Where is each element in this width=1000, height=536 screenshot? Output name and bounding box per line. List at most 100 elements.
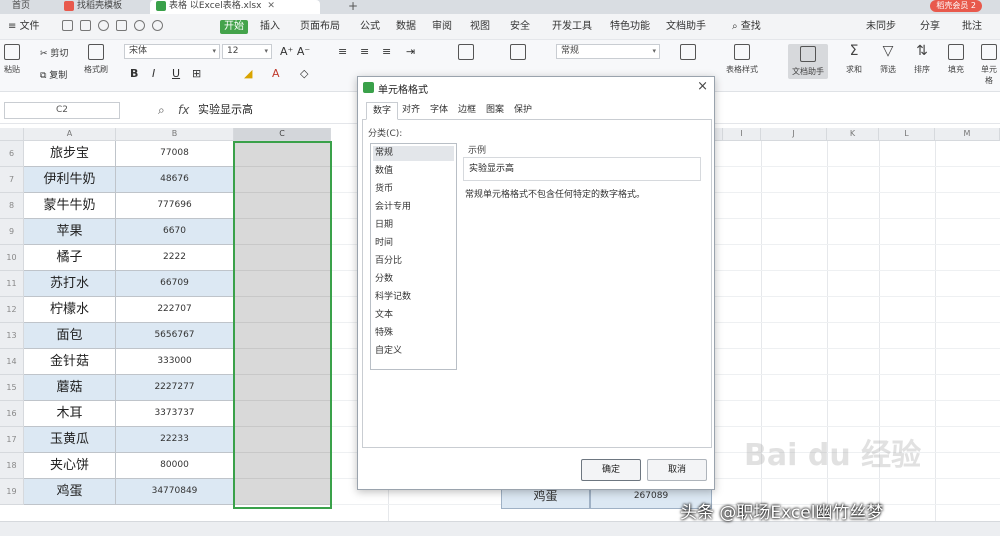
cell-value[interactable]: 2222 xyxy=(116,245,234,271)
cell-value[interactable]: 5656767 xyxy=(116,323,234,349)
cell-name[interactable]: 苏打水 xyxy=(24,271,116,297)
cell-value[interactable]: 222707 xyxy=(116,297,234,323)
tab-protection[interactable]: 保护 xyxy=(508,102,538,120)
format-painter-button[interactable]: 格式刷 xyxy=(84,44,108,75)
col-header-h[interactable] xyxy=(715,128,723,141)
table-style-button[interactable]: 表格样式 xyxy=(726,44,758,75)
cell-name[interactable]: 夹心饼 xyxy=(24,453,116,479)
menu-search[interactable]: ⌕ 查找 xyxy=(728,20,765,34)
comment-button[interactable]: 批注 xyxy=(958,20,986,34)
cell-value[interactable]: 66709 xyxy=(116,271,234,297)
align-middle-button[interactable]: ≡ xyxy=(360,45,369,58)
tab-workbook[interactable]: 表格 以Excel表格.xlsx ✕ xyxy=(150,0,320,14)
filter-button[interactable]: ▽ 筛选 xyxy=(880,44,896,75)
row-header[interactable]: 6 xyxy=(0,141,24,167)
cell-button[interactable]: 单元格 xyxy=(978,44,1000,86)
col-header-b[interactable]: B xyxy=(116,128,234,141)
col-header-m[interactable]: M xyxy=(935,128,1000,141)
col-header-k[interactable]: K xyxy=(827,128,879,141)
category-item[interactable]: 分数 xyxy=(373,272,454,287)
border-button[interactable]: ⊞ xyxy=(192,67,201,80)
font-size-select[interactable]: 12 ▾ xyxy=(222,44,272,59)
tab-home[interactable]: 首页 xyxy=(6,0,36,14)
cell-value[interactable]: 80000 xyxy=(116,453,234,479)
sort-button[interactable]: ⇅ 排序 xyxy=(914,44,930,75)
cell-name[interactable]: 橘子 xyxy=(24,245,116,271)
close-icon[interactable]: × xyxy=(697,79,708,94)
cell-value[interactable]: 22233 xyxy=(116,427,234,453)
tab-docer[interactable]: 找稻壳模板 xyxy=(58,0,128,14)
save-icon[interactable] xyxy=(62,20,73,31)
category-item[interactable]: 货币 xyxy=(373,182,454,197)
new-tab-button[interactable]: + xyxy=(348,0,358,13)
row-header[interactable]: 9 xyxy=(0,219,24,245)
clear-button[interactable]: ◇ xyxy=(300,67,308,80)
row-header[interactable]: 17 xyxy=(0,427,24,453)
cell-value[interactable]: 333000 xyxy=(116,349,234,375)
category-item[interactable]: 特殊 xyxy=(373,326,454,341)
cell-value[interactable]: 3373737 xyxy=(116,401,234,427)
cell-value[interactable]: 34770849 xyxy=(116,479,234,505)
font-grow-button[interactable]: A⁺ A⁻ xyxy=(280,45,310,58)
number-format-select[interactable]: 常规 ▾ xyxy=(556,44,660,59)
cancel-button[interactable]: 取消 xyxy=(647,459,707,481)
cell-name[interactable]: 木耳 xyxy=(24,401,116,427)
italic-button[interactable]: I xyxy=(152,67,155,80)
align-top-button[interactable]: ≡ xyxy=(338,45,347,58)
cell-value[interactable]: 6670 xyxy=(116,219,234,245)
cell-value[interactable]: 2227277 xyxy=(116,375,234,401)
cell-name[interactable]: 苹果 xyxy=(24,219,116,245)
cell-name[interactable]: 玉黄瓜 xyxy=(24,427,116,453)
col-header-a[interactable]: A xyxy=(24,128,116,141)
tab-alignment[interactable]: 对齐 xyxy=(396,102,426,120)
cell-value[interactable]: 48676 xyxy=(116,167,234,193)
redo-icon[interactable] xyxy=(152,20,163,31)
name-box[interactable]: C2 xyxy=(4,102,120,119)
cell-name[interactable]: 蘑菇 xyxy=(24,375,116,401)
row-header[interactable]: 14 xyxy=(0,349,24,375)
menu-view[interactable]: 视图 xyxy=(466,20,494,34)
preview-icon[interactable] xyxy=(98,20,109,31)
row-header[interactable]: 19 xyxy=(0,479,24,505)
row-header[interactable]: 15 xyxy=(0,375,24,401)
col-header-j[interactable]: J xyxy=(761,128,827,141)
cell-name[interactable]: 柠檬水 xyxy=(24,297,116,323)
sum-button[interactable]: Σ 求和 xyxy=(846,44,862,75)
paste-button[interactable]: 粘贴 xyxy=(4,44,20,75)
menu-review[interactable]: 审阅 xyxy=(428,20,456,34)
tab-font[interactable]: 字体 xyxy=(424,102,454,120)
category-item[interactable]: 文本 xyxy=(373,308,454,323)
menu-formula[interactable]: 公式 xyxy=(356,20,384,34)
cell-value[interactable]: 777696 xyxy=(116,193,234,219)
cell-name[interactable]: 面包 xyxy=(24,323,116,349)
font-color-button[interactable]: A xyxy=(272,67,280,80)
cell-value[interactable]: 77008 xyxy=(116,141,234,167)
row-header[interactable]: 7 xyxy=(0,167,24,193)
category-item[interactable]: 自定义 xyxy=(373,344,454,359)
cut-button[interactable]: ✂ 剪切 xyxy=(40,46,68,59)
col-header-i[interactable]: I xyxy=(723,128,761,141)
row-header[interactable]: 10 xyxy=(0,245,24,271)
row-header[interactable]: 12 xyxy=(0,297,24,323)
underline-button[interactable]: U xyxy=(172,67,180,80)
member-button[interactable]: 稻壳会员 2 xyxy=(930,0,982,12)
cell-name[interactable]: 鸡蛋 xyxy=(24,479,116,505)
close-icon[interactable]: ✕ xyxy=(267,1,275,11)
row-header[interactable]: 13 xyxy=(0,323,24,349)
copy-button[interactable]: ⧉ 复制 xyxy=(40,68,67,81)
category-item[interactable]: 会计专用 xyxy=(373,200,454,215)
print-icon[interactable] xyxy=(80,20,91,31)
cell-name[interactable]: 旅步宝 xyxy=(24,141,116,167)
menu-start[interactable]: 开始 xyxy=(220,20,248,34)
bold-button[interactable]: B xyxy=(130,67,138,80)
tab-pattern[interactable]: 图案 xyxy=(480,102,510,120)
wrap-button[interactable]: ⇥ xyxy=(406,45,415,58)
cell-name[interactable]: 伊利牛奶 xyxy=(24,167,116,193)
category-item[interactable]: 时间 xyxy=(373,236,454,251)
conditional-format-button[interactable] xyxy=(680,44,696,64)
category-item[interactable]: 百分比 xyxy=(373,254,454,269)
menu-insert[interactable]: 插入 xyxy=(256,20,284,34)
sync-status[interactable]: 未同步 xyxy=(862,20,900,34)
category-item[interactable]: 常规 xyxy=(373,146,454,161)
menu-security[interactable]: 安全 xyxy=(506,20,534,34)
